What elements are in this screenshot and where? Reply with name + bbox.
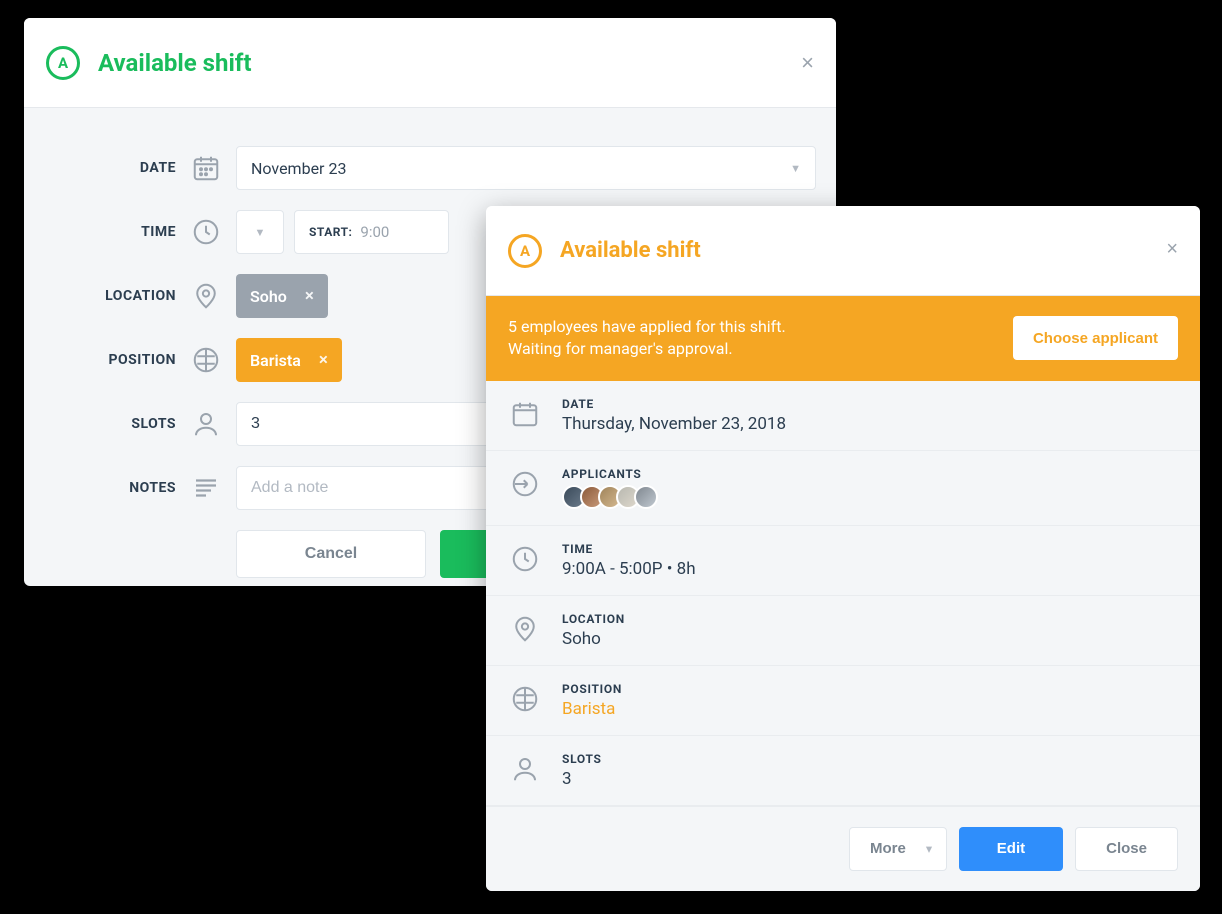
applicants-label: APPLICANTS: [562, 467, 1178, 481]
location-label: LOCATION: [44, 288, 176, 304]
time-row: TIME 9:00A - 5:00P • 8h: [486, 526, 1200, 596]
clock-icon: [508, 542, 542, 576]
notes-icon: [188, 470, 224, 506]
remove-location-icon[interactable]: ×: [305, 286, 314, 306]
position-value: Barista: [562, 699, 1178, 719]
position-label: POSITION: [562, 682, 1178, 696]
modal-header: A Available shift ×: [24, 18, 836, 108]
time-value: 9:00A - 5:00P • 8h: [562, 559, 1178, 579]
slots-label: SLOTS: [562, 752, 1178, 766]
time-template-select[interactable]: ▼: [236, 210, 284, 254]
position-icon: [508, 682, 542, 716]
position-icon: [188, 342, 224, 378]
start-time-input[interactable]: START: 9:00: [294, 210, 449, 254]
time-label: TIME: [44, 224, 176, 240]
modal-title: Available shift: [560, 238, 701, 263]
person-icon: [508, 752, 542, 786]
banner-text: 5 employees have applied for this shift.…: [508, 316, 786, 361]
more-dropdown[interactable]: More: [849, 827, 947, 871]
date-select[interactable]: November 23 ▼: [236, 146, 816, 190]
position-chip: Barista ×: [236, 338, 342, 382]
close-icon[interactable]: ×: [1166, 238, 1178, 261]
app-logo-icon: A: [508, 234, 542, 268]
chevron-down-icon: ▼: [255, 226, 266, 239]
date-value: Thursday, November 23, 2018: [562, 414, 1178, 434]
position-chip-label: Barista: [250, 351, 301, 370]
date-label: DATE: [44, 160, 176, 176]
applicant-avatars[interactable]: [562, 485, 1178, 509]
modal-header: A Available shift ×: [486, 206, 1200, 296]
remove-position-icon[interactable]: ×: [319, 350, 328, 370]
time-label: TIME: [562, 542, 1178, 556]
location-label: LOCATION: [562, 612, 1178, 626]
start-label: START:: [309, 225, 352, 239]
avatar[interactable]: [634, 485, 658, 509]
banner-line1: 5 employees have applied for this shift.: [508, 316, 786, 338]
choose-applicant-button[interactable]: Choose applicant: [1013, 316, 1178, 360]
location-chip-label: Soho: [250, 287, 287, 306]
slots-value: 3: [562, 769, 1178, 789]
location-pin-icon: [188, 278, 224, 314]
position-label: POSITION: [44, 352, 176, 368]
arrow-in-icon: [508, 467, 542, 501]
date-row: DATE November 23 ▼: [44, 146, 816, 190]
date-label: DATE: [562, 397, 1178, 411]
edit-button[interactable]: Edit: [959, 827, 1063, 871]
location-pin-icon: [508, 612, 542, 646]
location-row: LOCATION Soho: [486, 596, 1200, 666]
slots-row: SLOTS 3: [486, 736, 1200, 806]
date-row: DATE Thursday, November 23, 2018: [486, 381, 1200, 451]
cancel-button[interactable]: Cancel: [236, 530, 426, 578]
applicants-row: APPLICANTS: [486, 451, 1200, 526]
start-value: 9:00: [360, 223, 389, 241]
view-shift-modal: A Available shift × 5 employees have app…: [486, 206, 1200, 891]
chevron-down-icon: ▼: [790, 162, 801, 175]
calendar-icon: [508, 397, 542, 431]
date-value: November 23: [251, 159, 346, 178]
slots-label: SLOTS: [44, 416, 176, 432]
calendar-icon: [188, 150, 224, 186]
modal-title: Available shift: [98, 49, 252, 77]
close-button[interactable]: Close: [1075, 827, 1178, 871]
person-icon: [188, 406, 224, 442]
position-row: POSITION Barista: [486, 666, 1200, 736]
location-value: Soho: [562, 629, 1178, 649]
notes-label: NOTES: [44, 480, 176, 496]
applicants-banner: 5 employees have applied for this shift.…: [486, 296, 1200, 381]
banner-line2: Waiting for manager's approval.: [508, 338, 786, 360]
app-logo-icon: A: [46, 46, 80, 80]
close-icon[interactable]: ×: [801, 50, 814, 76]
view-actions: More Edit Close: [486, 806, 1200, 891]
location-chip: Soho ×: [236, 274, 328, 318]
clock-icon: [188, 214, 224, 250]
